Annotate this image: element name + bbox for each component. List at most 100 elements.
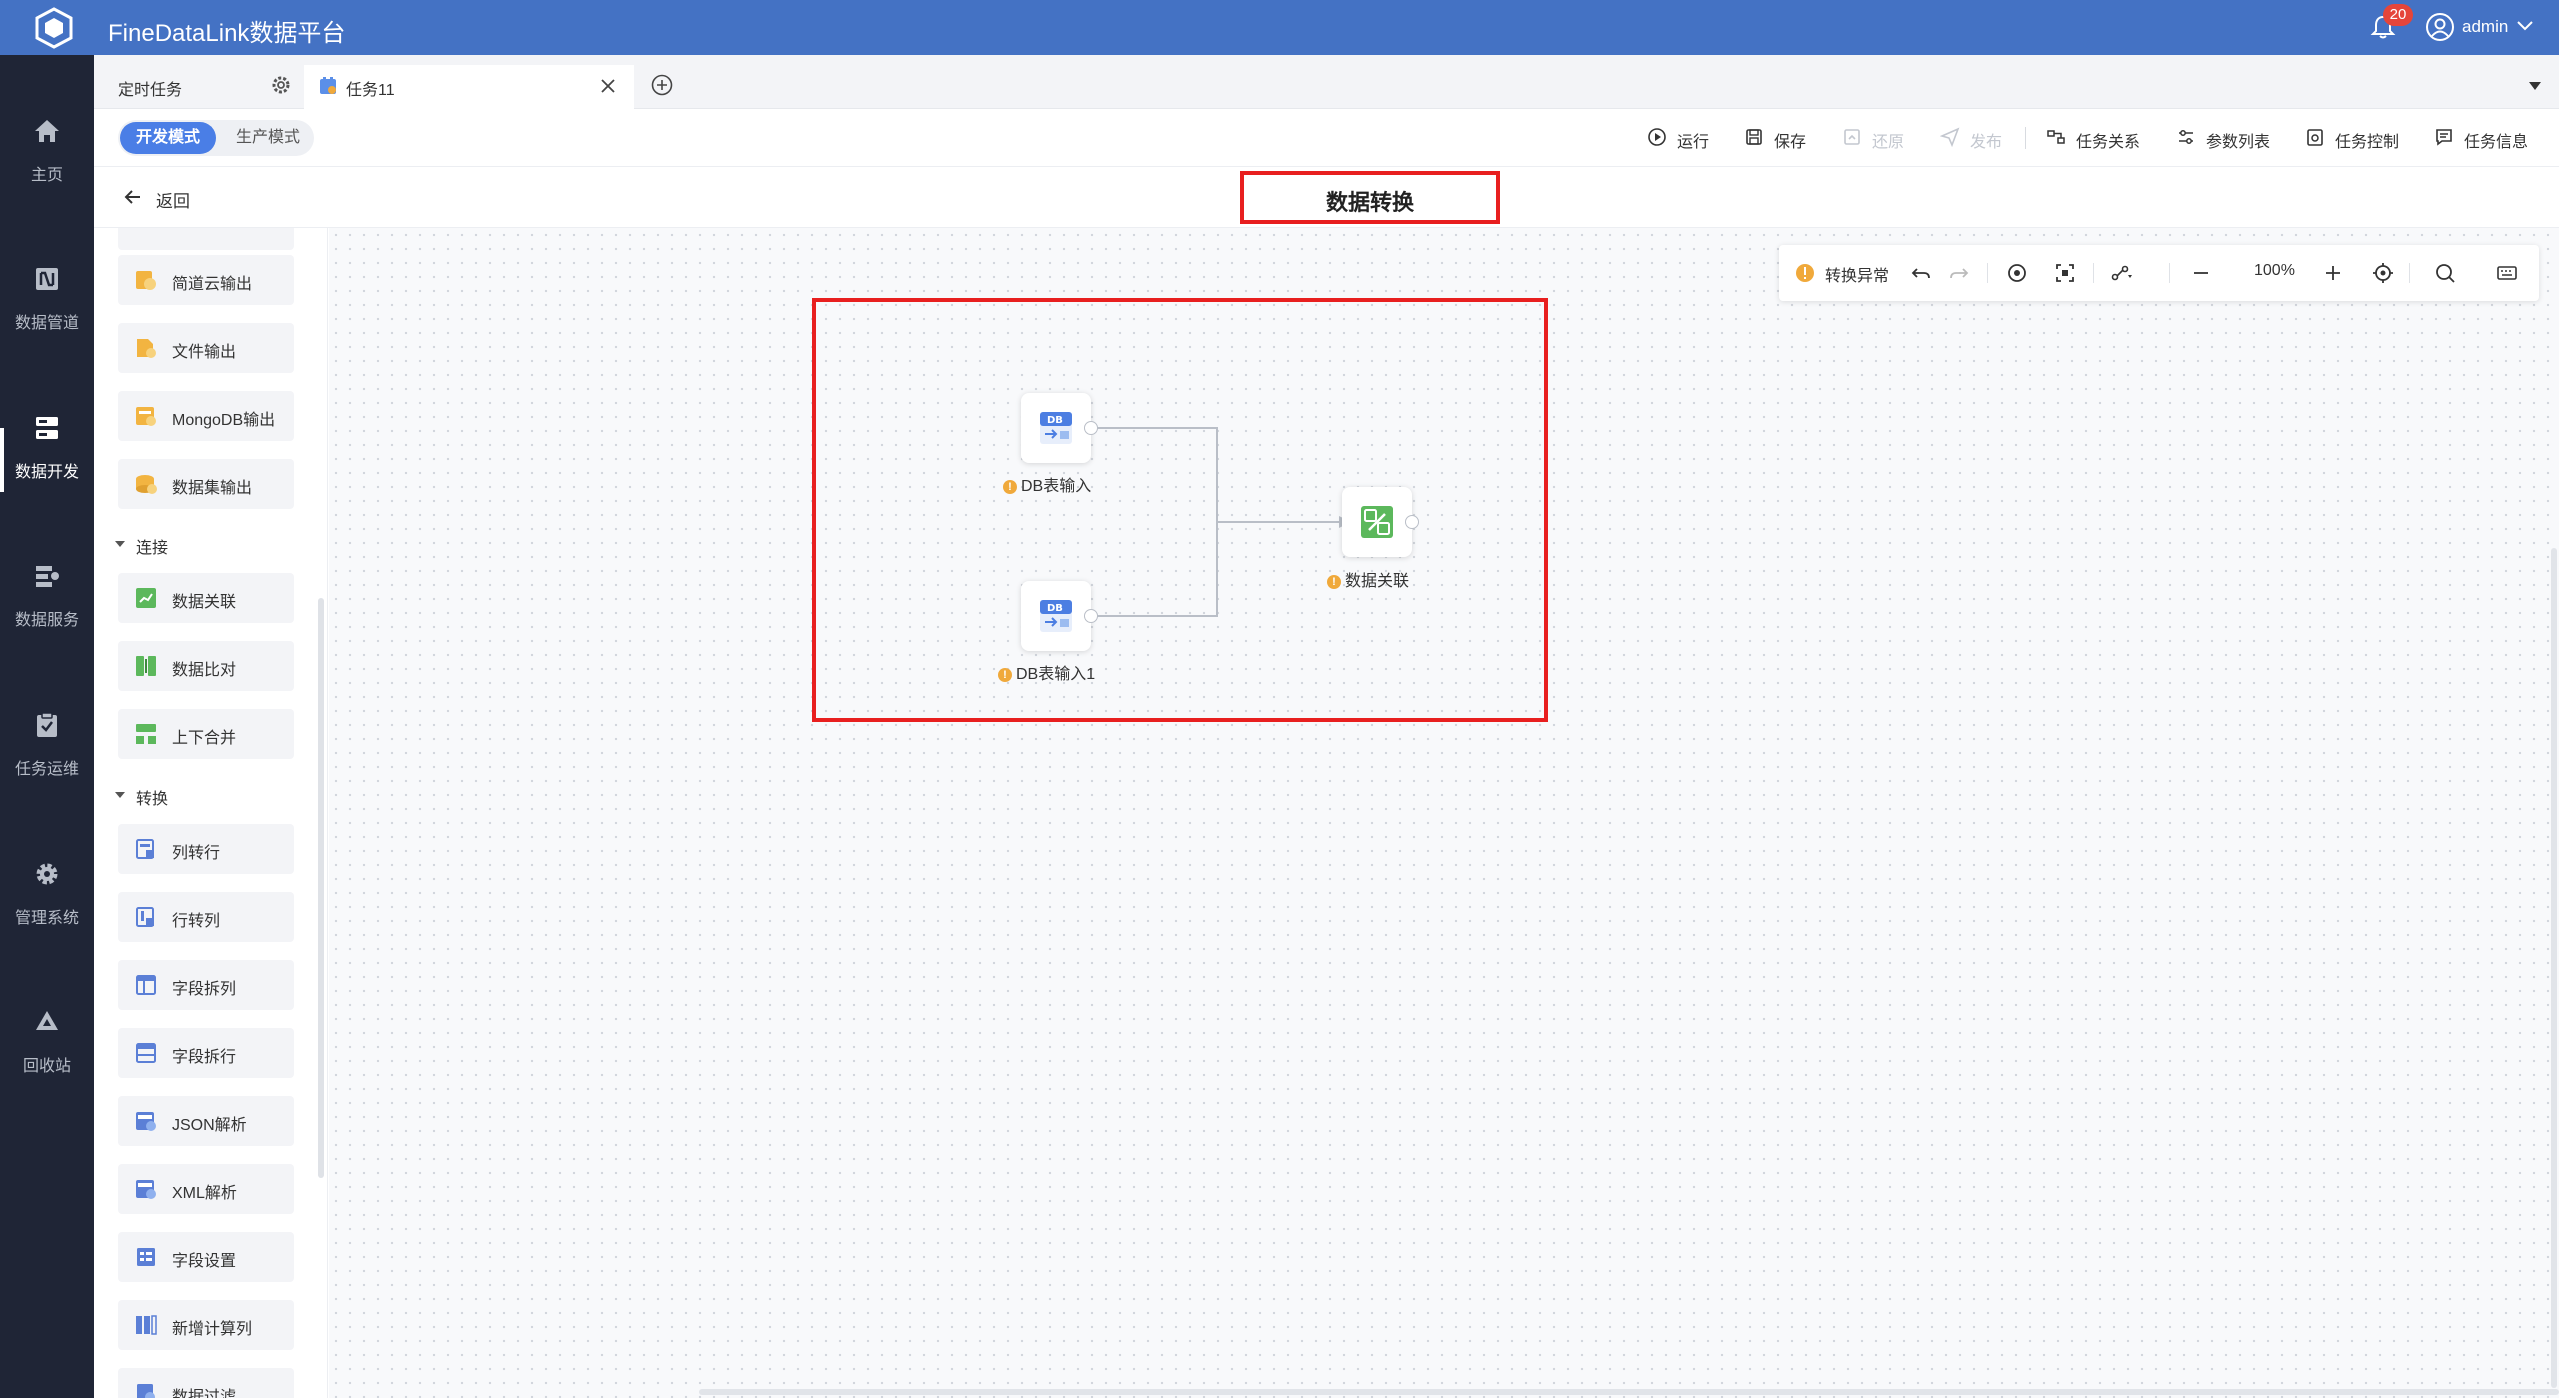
send-icon (1940, 127, 1960, 147)
component-dataset-output[interactable]: 数据集输出 (118, 459, 294, 509)
relation-icon (2047, 130, 2065, 144)
nav-item-recycle[interactable]: 回收站 (0, 966, 94, 1086)
svg-text:DB: DB (1047, 415, 1063, 426)
task-icon (320, 77, 336, 94)
component-label: 字段设置 (172, 1253, 237, 1270)
file-output-icon (137, 339, 156, 358)
component-jdy-output[interactable]: 简道云输出 (118, 255, 294, 305)
close-icon[interactable] (598, 76, 618, 96)
component-union[interactable]: 上下合并 (118, 709, 294, 759)
nav-item-label: 数据开发 (14, 464, 79, 481)
component-data-join[interactable]: 数据关联 (118, 573, 294, 623)
cloud-output-icon (136, 271, 156, 290)
param-list-label: 参数列表 (2206, 134, 2271, 151)
recycle-icon (36, 1011, 58, 1030)
data-dev-icon (36, 417, 58, 439)
task-control-label: 任务控制 (2335, 134, 2400, 151)
component-field-split-row[interactable]: 字段拆行 (118, 1028, 294, 1078)
caret-down-icon (115, 541, 125, 547)
pipeline-icon (36, 268, 58, 290)
row-to-col-icon (136, 907, 154, 927)
left-nav: 主页 数据管道 数据开发 数据服务 任务运维 管理系统 回收站 (0, 55, 94, 1398)
flow-node-db-input[interactable]: DB (1021, 393, 1091, 463)
nav-item-pipeline[interactable]: 数据管道 (0, 223, 94, 343)
split-col-icon (136, 975, 156, 995)
chevron-down-icon[interactable] (2516, 19, 2534, 33)
component-label: 简道云输出 (172, 276, 253, 293)
tab-label: 任务11 (346, 82, 395, 99)
toolbar-divider (2025, 127, 2026, 149)
nav-item-label: 管理系统 (14, 910, 79, 927)
component-label: 字段拆列 (172, 981, 237, 998)
arrow-left-icon (124, 190, 140, 204)
component-col-to-row[interactable]: 列转行 (118, 824, 294, 874)
output-port[interactable] (1084, 609, 1098, 623)
gear-icon[interactable] (270, 74, 292, 96)
json-icon (136, 1112, 156, 1131)
add-tab-icon[interactable] (650, 73, 674, 97)
nav-item-label: 数据管道 (14, 315, 79, 332)
canvas-vscrollbar[interactable] (2551, 548, 2557, 1388)
username[interactable]: admin (2462, 17, 2508, 37)
mode-prod-button[interactable]: 生产模式 (226, 122, 310, 154)
nav-item-label: 数据服务 (14, 612, 79, 629)
panel-scrollbar[interactable] (318, 598, 324, 1178)
component-json-parse[interactable]: JSON解析 (118, 1096, 294, 1146)
nav-item-admin[interactable]: 管理系统 (0, 818, 94, 938)
node-label: ! DB表输入1 (998, 660, 1095, 683)
nav-item-home[interactable]: 主页 (0, 75, 94, 195)
caret-down-icon[interactable] (2528, 81, 2542, 91)
component-file-output[interactable]: 文件输出 (118, 323, 294, 373)
group-label: 连接 (136, 540, 169, 557)
component-row-to-col[interactable]: 行转列 (118, 892, 294, 942)
tab-scheduled-tasks[interactable]: 定时任务 (94, 65, 304, 109)
split-row-icon (136, 1043, 156, 1063)
mode-dev-button[interactable]: 开发模式 (120, 122, 216, 154)
breadcrumb: 返回 数据转换 (94, 167, 2559, 228)
flow-canvas[interactable]: 转换异常 100% DB ! DB表输入 DB ! DB表输入1 ! 数据关联 (329, 228, 2559, 1398)
notification-badge[interactable]: 20 (2383, 4, 2413, 26)
component-data-compare[interactable]: 数据比对 (118, 641, 294, 691)
component-label: 上下合并 (172, 730, 237, 747)
col-to-row-icon (136, 839, 154, 859)
component-label: 数据集输出 (172, 480, 253, 497)
component-data-filter[interactable]: 数据过滤 (118, 1368, 294, 1398)
node-label: ! 数据关联 (1327, 567, 1409, 590)
component-label: 列转行 (172, 845, 221, 862)
back-label: 返回 (156, 192, 190, 211)
group-label: 转换 (136, 791, 169, 808)
nav-item-data-service[interactable]: 数据服务 (0, 520, 94, 640)
nav-item-data-dev[interactable]: 数据开发 (0, 372, 94, 492)
nav-item-task-ops[interactable]: 任务运维 (0, 669, 94, 789)
component-panel: 简道云输出 文件输出 MongoDB输出 数据集输出 连接 数据关联 数据比对 … (94, 228, 328, 1398)
canvas-hscrollbar[interactable] (699, 1389, 2559, 1395)
output-port[interactable] (1405, 515, 1419, 529)
component-field-split-col[interactable]: 字段拆列 (118, 960, 294, 1010)
component-label: JSON解析 (172, 1117, 247, 1134)
flow-node-data-join[interactable] (1342, 487, 1412, 557)
save-icon (1746, 129, 1762, 145)
data-join-icon (1361, 506, 1393, 538)
tab-task11[interactable]: 任务11 (304, 65, 634, 109)
flow-node-db-input-1[interactable]: DB (1021, 581, 1091, 651)
save-label: 保存 (1774, 134, 1807, 151)
component-xml-parse[interactable]: XML解析 (118, 1164, 294, 1214)
db-input-icon: DB (1040, 412, 1072, 444)
component-field-settings[interactable]: 字段设置 (118, 1232, 294, 1282)
data-service-icon (36, 566, 59, 587)
component-mongodb-output[interactable]: MongoDB输出 (118, 391, 294, 441)
logo-icon[interactable] (33, 7, 75, 49)
node-label: ! DB表输入 (1003, 472, 1091, 495)
component-label: 数据关联 (172, 594, 237, 611)
data-compare-icon (136, 656, 156, 676)
sliders-icon (2179, 130, 2193, 144)
calc-col-icon (136, 1315, 157, 1335)
component-add-calc-col[interactable]: 新增计算列 (118, 1300, 294, 1350)
tab-bar: 定时任务 任务11 (94, 55, 2559, 109)
component-label: 行转列 (172, 913, 221, 930)
component-item[interactable] (118, 228, 294, 250)
output-port[interactable] (1084, 421, 1098, 435)
flow-edges (1097, 427, 1351, 617)
avatar[interactable] (2426, 13, 2454, 41)
mongodb-output-icon (136, 407, 156, 426)
